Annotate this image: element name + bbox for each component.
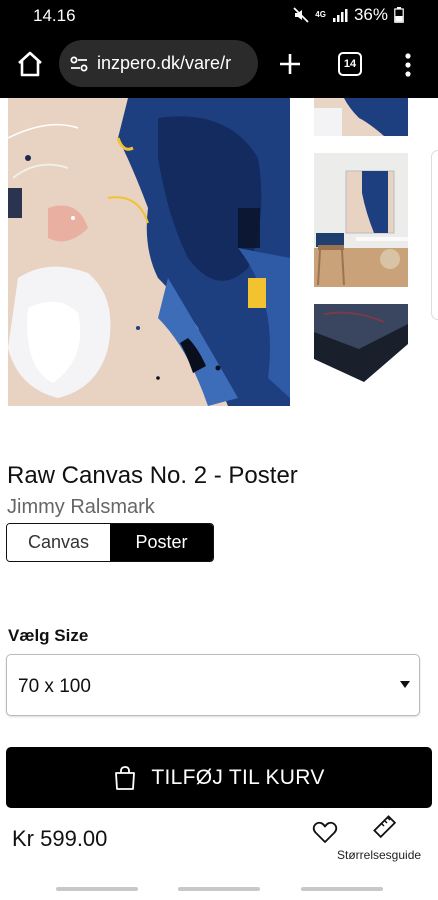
artwork-image <box>8 98 290 406</box>
more-vert-icon[interactable] <box>397 50 419 80</box>
product-thumbnail[interactable] <box>314 98 408 136</box>
plus-icon[interactable] <box>275 49 305 79</box>
tune-icon[interactable] <box>67 52 91 76</box>
product-price: Kr 599.00 <box>12 826 108 851</box>
network-label: 4G <box>315 10 326 19</box>
status-bar: 14.16 4G 36% <box>0 0 438 30</box>
size-guide-link[interactable]: Størrelsesguide <box>337 848 421 862</box>
ruler-icon[interactable] <box>372 814 398 840</box>
product-main-image[interactable] <box>8 98 290 406</box>
signal-icon <box>332 9 348 22</box>
format-toggle: Canvas Poster <box>6 523 214 562</box>
format-option-canvas[interactable]: Canvas <box>7 524 110 561</box>
browser-toolbar: inzpero.dk/vare/r 14 <box>0 30 438 98</box>
address-bar[interactable]: inzpero.dk/vare/r <box>59 40 258 87</box>
gesture-bar <box>178 887 260 891</box>
thumbnail-image <box>314 153 408 287</box>
status-time: 14.16 <box>33 6 76 25</box>
add-to-cart-button[interactable]: TILFØJ TIL KURV <box>6 747 432 808</box>
product-thumbnail[interactable] <box>314 304 408 384</box>
product-artist[interactable]: Jimmy Ralsmark <box>7 496 155 519</box>
format-option-poster[interactable]: Poster <box>110 524 213 561</box>
url-text[interactable]: inzpero.dk/vare/r <box>97 53 231 74</box>
carousel-scroll-handle[interactable] <box>431 150 438 320</box>
thumbnail-image <box>314 304 408 384</box>
product-title: Raw Canvas No. 2 - Poster <box>7 462 298 489</box>
heart-icon[interactable] <box>312 820 338 844</box>
mute-icon <box>293 7 309 23</box>
size-select-value: 70 x 100 <box>18 676 91 697</box>
chevron-down-icon <box>400 681 410 688</box>
thumbnail-image <box>314 98 408 136</box>
battery-percent: 36% <box>353 5 388 24</box>
gesture-bar <box>301 887 383 891</box>
size-select[interactable]: 70 x 100 <box>6 654 420 716</box>
home-icon[interactable] <box>14 48 46 80</box>
shopping-bag-icon <box>115 765 136 790</box>
product-thumbnail[interactable] <box>314 153 408 287</box>
status-icons: 4G 36% <box>293 5 404 25</box>
tab-count: 14 <box>343 58 357 70</box>
gesture-bar <box>56 887 138 891</box>
add-to-cart-label: TILFØJ TIL KURV <box>151 765 325 789</box>
battery-icon <box>394 7 404 23</box>
size-label: Vælg Size <box>8 626 89 645</box>
tabs-icon[interactable]: 14 <box>338 52 362 76</box>
